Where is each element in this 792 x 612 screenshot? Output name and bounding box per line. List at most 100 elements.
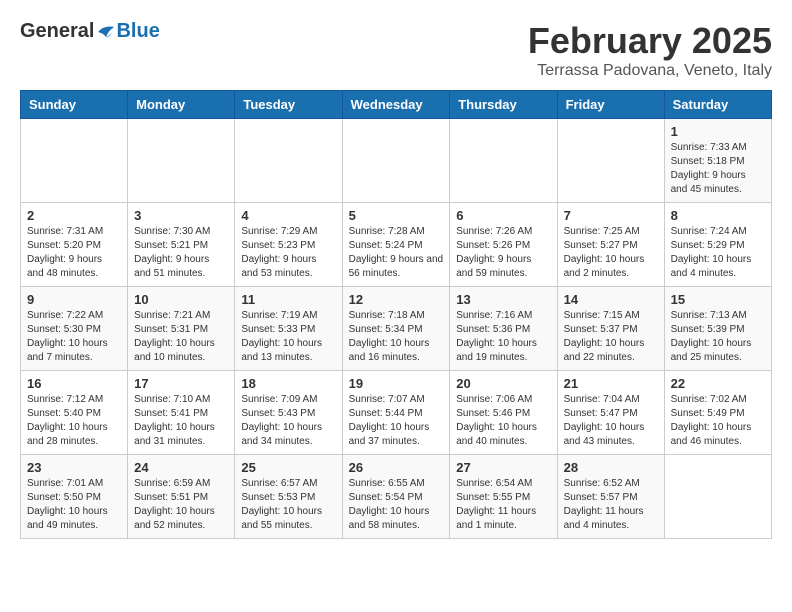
- weekday-header-row: SundayMondayTuesdayWednesdayThursdayFrid…: [21, 91, 772, 119]
- day-info: Sunrise: 7:12 AM Sunset: 5:40 PM Dayligh…: [27, 393, 121, 449]
- calendar-cell: [235, 119, 342, 203]
- title-block: February 2025 Terrassa Padovana, Veneto,…: [528, 20, 772, 80]
- calendar-table: SundayMondayTuesdayWednesdayThursdayFrid…: [20, 90, 772, 539]
- weekday-header-thursday: Thursday: [450, 91, 557, 119]
- day-info: Sunrise: 7:24 AM Sunset: 5:29 PM Dayligh…: [671, 225, 765, 281]
- day-info: Sunrise: 7:19 AM Sunset: 5:33 PM Dayligh…: [241, 309, 335, 365]
- calendar-week-4: 16Sunrise: 7:12 AM Sunset: 5:40 PM Dayli…: [21, 371, 772, 455]
- day-number: 26: [349, 460, 444, 475]
- calendar-cell: [128, 119, 235, 203]
- day-info: Sunrise: 7:29 AM Sunset: 5:23 PM Dayligh…: [241, 225, 335, 281]
- day-number: 7: [564, 208, 658, 223]
- calendar-cell: 28 Sunrise: 6:52 AM Sunset: 5:57 PM Dayli…: [557, 455, 664, 539]
- calendar-cell: 18Sunrise: 7:09 AM Sunset: 5:43 PM Dayli…: [235, 371, 342, 455]
- day-number: 18: [241, 376, 335, 391]
- day-info: Sunrise: 7:02 AM Sunset: 5:49 PM Dayligh…: [671, 393, 765, 449]
- day-info: Sunrise: 7:07 AM Sunset: 5:44 PM Dayligh…: [349, 393, 444, 449]
- calendar-cell: [450, 119, 557, 203]
- day-number: 27: [456, 460, 550, 475]
- calendar-cell: 20 Sunrise: 7:06 AM Sunset: 5:46 PM Dayli…: [450, 371, 557, 455]
- day-info: Sunrise: 7:25 AM Sunset: 5:27 PM Dayligh…: [564, 225, 658, 281]
- weekday-header-wednesday: Wednesday: [342, 91, 450, 119]
- calendar-cell: 6Sunrise: 7:26 AM Sunset: 5:26 PM Daylig…: [450, 203, 557, 287]
- day-info: Sunrise: 6:57 AM Sunset: 5:53 PM Dayligh…: [241, 477, 335, 533]
- weekday-header-tuesday: Tuesday: [235, 91, 342, 119]
- calendar-cell: 9 Sunrise: 7:22 AM Sunset: 5:30 PM Daylig…: [21, 287, 128, 371]
- day-info: Sunrise: 7:33 AM Sunset: 5:18 PM Dayligh…: [671, 141, 765, 197]
- day-number: 13: [456, 292, 550, 307]
- day-info: Sunrise: 7:13 AM Sunset: 5:39 PM Dayligh…: [671, 309, 765, 365]
- calendar-week-2: 2 Sunrise: 7:31 AM Sunset: 5:20 PM Daylig…: [21, 203, 772, 287]
- day-number: 1: [671, 124, 765, 139]
- calendar-cell: 14 Sunrise: 7:15 AM Sunset: 5:37 PM Dayli…: [557, 287, 664, 371]
- day-number: 3: [134, 208, 228, 223]
- day-info: Sunrise: 7:21 AM Sunset: 5:31 PM Dayligh…: [134, 309, 228, 365]
- calendar-cell: 16Sunrise: 7:12 AM Sunset: 5:40 PM Dayli…: [21, 371, 128, 455]
- day-info: Sunrise: 7:31 AM Sunset: 5:20 PM Dayligh…: [27, 225, 121, 281]
- calendar-cell: 7 Sunrise: 7:25 AM Sunset: 5:27 PM Daylig…: [557, 203, 664, 287]
- day-info: Sunrise: 7:18 AM Sunset: 5:34 PM Dayligh…: [349, 309, 444, 365]
- calendar-cell: 5Sunrise: 7:28 AM Sunset: 5:24 PM Daylig…: [342, 203, 450, 287]
- logo-general-text: General: [20, 20, 94, 43]
- calendar-week-1: 1 Sunrise: 7:33 AM Sunset: 5:18 PM Daylig…: [21, 119, 772, 203]
- day-info: Sunrise: 7:30 AM Sunset: 5:21 PM Dayligh…: [134, 225, 228, 281]
- day-info: Sunrise: 7:04 AM Sunset: 5:47 PM Dayligh…: [564, 393, 658, 449]
- calendar-cell: 21 Sunrise: 7:04 AM Sunset: 5:47 PM Dayli…: [557, 371, 664, 455]
- logo: General Blue: [20, 20, 160, 43]
- day-info: Sunrise: 7:22 AM Sunset: 5:30 PM Dayligh…: [27, 309, 121, 365]
- page-header: General Blue February 2025 Terrassa Pado…: [20, 20, 772, 80]
- weekday-header-monday: Monday: [128, 91, 235, 119]
- calendar-cell: [557, 119, 664, 203]
- day-info: Sunrise: 7:16 AM Sunset: 5:36 PM Dayligh…: [456, 309, 550, 365]
- calendar-cell: 12 Sunrise: 7:18 AM Sunset: 5:34 PM Dayli…: [342, 287, 450, 371]
- calendar-cell: [342, 119, 450, 203]
- day-info: Sunrise: 7:10 AM Sunset: 5:41 PM Dayligh…: [134, 393, 228, 449]
- day-number: 23: [27, 460, 121, 475]
- day-info: Sunrise: 7:06 AM Sunset: 5:46 PM Dayligh…: [456, 393, 550, 449]
- day-number: 8: [671, 208, 765, 223]
- calendar-cell: [21, 119, 128, 203]
- calendar-cell: 15Sunrise: 7:13 AM Sunset: 5:39 PM Dayli…: [664, 287, 771, 371]
- day-number: 9: [27, 292, 121, 307]
- calendar-cell: 4Sunrise: 7:29 AM Sunset: 5:23 PM Daylig…: [235, 203, 342, 287]
- calendar-cell: [664, 455, 771, 539]
- day-number: 20: [456, 376, 550, 391]
- day-info: Sunrise: 7:28 AM Sunset: 5:24 PM Dayligh…: [349, 225, 444, 281]
- day-number: 24: [134, 460, 228, 475]
- calendar-cell: 1 Sunrise: 7:33 AM Sunset: 5:18 PM Daylig…: [664, 119, 771, 203]
- weekday-header-sunday: Sunday: [21, 91, 128, 119]
- day-number: 14: [564, 292, 658, 307]
- day-info: Sunrise: 6:54 AM Sunset: 5:55 PM Dayligh…: [456, 477, 550, 533]
- calendar-cell: 25 Sunrise: 6:57 AM Sunset: 5:53 PM Dayli…: [235, 455, 342, 539]
- day-number: 12: [349, 292, 444, 307]
- calendar-cell: 3 Sunrise: 7:30 AM Sunset: 5:21 PM Daylig…: [128, 203, 235, 287]
- logo-bird-icon: [96, 23, 116, 41]
- calendar-cell: 24 Sunrise: 6:59 AM Sunset: 5:51 PM Dayli…: [128, 455, 235, 539]
- day-number: 28: [564, 460, 658, 475]
- calendar-cell: 26Sunrise: 6:55 AM Sunset: 5:54 PM Dayli…: [342, 455, 450, 539]
- day-number: 21: [564, 376, 658, 391]
- day-number: 11: [241, 292, 335, 307]
- day-info: Sunrise: 6:59 AM Sunset: 5:51 PM Dayligh…: [134, 477, 228, 533]
- calendar-cell: 13 Sunrise: 7:16 AM Sunset: 5:36 PM Dayli…: [450, 287, 557, 371]
- weekday-header-saturday: Saturday: [664, 91, 771, 119]
- calendar-cell: 8 Sunrise: 7:24 AM Sunset: 5:29 PM Daylig…: [664, 203, 771, 287]
- calendar-cell: 10 Sunrise: 7:21 AM Sunset: 5:31 PM Dayli…: [128, 287, 235, 371]
- day-number: 10: [134, 292, 228, 307]
- calendar-cell: 2 Sunrise: 7:31 AM Sunset: 5:20 PM Daylig…: [21, 203, 128, 287]
- day-number: 25: [241, 460, 335, 475]
- day-number: 19: [349, 376, 444, 391]
- month-title: February 2025: [528, 20, 772, 62]
- calendar-cell: 17Sunrise: 7:10 AM Sunset: 5:41 PM Dayli…: [128, 371, 235, 455]
- logo-blue-text: Blue: [116, 20, 159, 43]
- day-info: Sunrise: 7:15 AM Sunset: 5:37 PM Dayligh…: [564, 309, 658, 365]
- weekday-header-friday: Friday: [557, 91, 664, 119]
- day-info: Sunrise: 7:26 AM Sunset: 5:26 PM Dayligh…: [456, 225, 550, 281]
- calendar-cell: 27 Sunrise: 6:54 AM Sunset: 5:55 PM Dayli…: [450, 455, 557, 539]
- day-info: Sunrise: 7:01 AM Sunset: 5:50 PM Dayligh…: [27, 477, 121, 533]
- day-number: 2: [27, 208, 121, 223]
- calendar-cell: 11 Sunrise: 7:19 AM Sunset: 5:33 PM Dayli…: [235, 287, 342, 371]
- calendar-cell: 22Sunrise: 7:02 AM Sunset: 5:49 PM Dayli…: [664, 371, 771, 455]
- day-info: Sunrise: 6:52 AM Sunset: 5:57 PM Dayligh…: [564, 477, 658, 533]
- location-text: Terrassa Padovana, Veneto, Italy: [528, 62, 772, 80]
